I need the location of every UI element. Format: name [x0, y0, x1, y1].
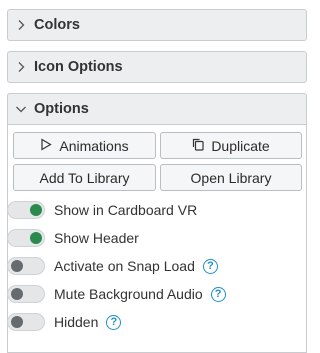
- activate-on-snap-load-toggle[interactable]: [7, 257, 45, 275]
- section-header-icon-options[interactable]: Icon Options: [7, 51, 307, 83]
- toggle-row-cardboard-vr: Show in Cardboard VR: [7, 199, 197, 221]
- help-icon[interactable]: ?: [106, 314, 122, 330]
- toggle-knob: [11, 288, 23, 300]
- mute-background-audio-toggle[interactable]: [7, 285, 45, 303]
- toggle-row-show-header: Show Header: [7, 227, 139, 249]
- copy-icon: [192, 138, 204, 154]
- toggle-row-hidden: Hidden ?: [7, 311, 122, 333]
- section-header-colors[interactable]: Colors: [7, 9, 307, 41]
- toggle-knob: [30, 232, 42, 244]
- duplicate-button[interactable]: Duplicate: [160, 132, 302, 159]
- section-title: Options: [34, 101, 89, 117]
- toggle-knob: [11, 316, 23, 328]
- toggle-knob: [11, 260, 23, 272]
- chevron-right-icon: [8, 61, 34, 73]
- toggle-row-mute-audio: Mute Background Audio ?: [7, 283, 226, 305]
- toggle-label: Activate on Snap Load: [54, 258, 195, 274]
- open-library-label: Open Library: [190, 169, 272, 186]
- toggle-label: Hidden: [54, 314, 99, 330]
- toggle-label: Show Header: [54, 230, 139, 246]
- animations-label: Animations: [59, 137, 129, 154]
- add-to-library-button[interactable]: Add To Library: [13, 164, 156, 191]
- animations-button[interactable]: Animations: [13, 132, 156, 159]
- section-title: Icon Options: [34, 59, 123, 75]
- open-library-button[interactable]: Open Library: [160, 164, 302, 191]
- chevron-down-icon: [8, 103, 34, 115]
- toggle-label: Mute Background Audio: [54, 286, 203, 302]
- toggle-knob: [30, 204, 42, 216]
- play-icon: [40, 137, 53, 154]
- hidden-toggle[interactable]: [7, 313, 45, 331]
- add-to-library-label: Add To Library: [39, 169, 130, 186]
- chevron-right-icon: [8, 19, 34, 31]
- toggle-label: Show in Cardboard VR: [54, 202, 198, 218]
- show-header-toggle[interactable]: [7, 229, 45, 247]
- toggle-row-activate-snap-load: Activate on Snap Load ?: [7, 255, 218, 277]
- duplicate-label: Duplicate: [211, 137, 270, 154]
- help-icon[interactable]: ?: [210, 286, 226, 302]
- section-header-options[interactable]: Options: [7, 93, 307, 125]
- help-icon[interactable]: ?: [202, 258, 218, 274]
- cardboard-vr-toggle[interactable]: [7, 201, 45, 219]
- section-title: Colors: [34, 17, 80, 33]
